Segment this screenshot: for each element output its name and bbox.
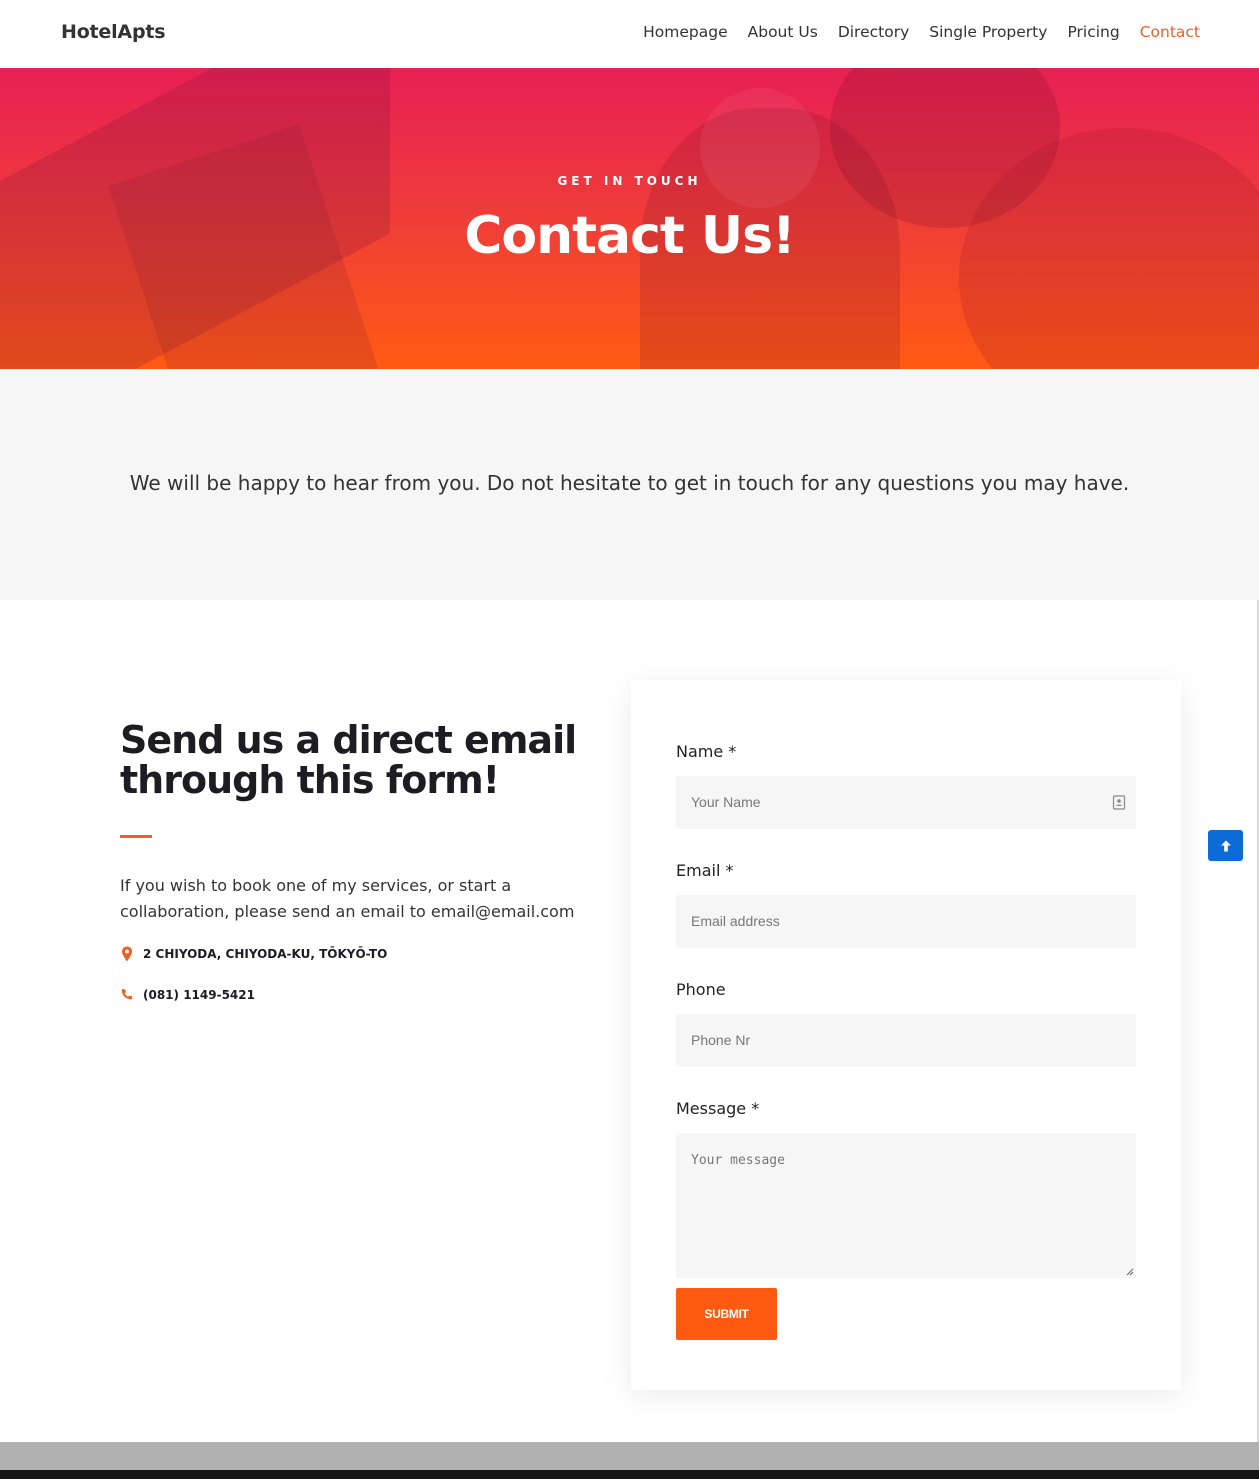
contact-card-icon bbox=[1112, 795, 1126, 810]
nav-pricing[interactable]: Pricing bbox=[1067, 23, 1119, 41]
site-logo[interactable]: HotelApts bbox=[61, 21, 166, 43]
email-field[interactable]: Email address bbox=[676, 895, 1136, 948]
page-title: Contact Us! bbox=[464, 206, 796, 266]
map-pin-icon bbox=[122, 946, 132, 962]
message-field[interactable]: Your message bbox=[676, 1133, 1136, 1278]
address-row: 2 CHIYODA, CHIYODA-KU, TŌKYŌ-TO bbox=[120, 946, 387, 962]
site-header: HotelApts Homepage About Us Directory Si… bbox=[0, 0, 1259, 68]
hero-bg-shape bbox=[700, 88, 820, 208]
footer-top-band bbox=[0, 1442, 1259, 1470]
phone-row: (081) 1149-5421 bbox=[120, 987, 255, 1003]
footer bbox=[0, 1470, 1259, 1479]
email-label: Email * bbox=[676, 861, 734, 880]
address-text: 2 CHIYODA, CHIYODA-KU, TŌKYŌ-TO bbox=[143, 947, 388, 961]
hero-banner: GET IN TOUCH Contact Us! bbox=[0, 68, 1259, 369]
phone-label: Phone bbox=[676, 980, 726, 999]
phone-field[interactable]: Phone Nr bbox=[676, 1014, 1136, 1067]
form-section-text: If you wish to book one of my services, … bbox=[120, 876, 575, 921]
nav-contact[interactable]: Contact bbox=[1140, 23, 1200, 41]
hero-eyebrow: GET IN TOUCH bbox=[557, 174, 702, 188]
name-field[interactable]: Your Name bbox=[676, 776, 1136, 829]
arrow-up-icon bbox=[1220, 840, 1231, 851]
resize-handle-icon[interactable] bbox=[1124, 1266, 1134, 1276]
message-label: Message * bbox=[676, 1099, 760, 1118]
nav-single-property[interactable]: Single Property bbox=[929, 23, 1047, 41]
scroll-top-button[interactable] bbox=[1208, 830, 1243, 861]
phone-text[interactable]: (081) 1149-5421 bbox=[143, 988, 255, 1002]
name-placeholder: Your Name bbox=[691, 794, 761, 810]
phone-icon bbox=[121, 989, 133, 1000]
message-placeholder: Your message bbox=[691, 1153, 785, 1168]
name-label: Name * bbox=[676, 742, 737, 761]
form-section-title: Send us a direct email through this form… bbox=[120, 718, 577, 802]
main-nav: Homepage About Us Directory Single Prope… bbox=[643, 23, 1200, 41]
submit-button[interactable]: SUBMIT bbox=[676, 1288, 777, 1340]
nav-about-us[interactable]: About Us bbox=[748, 23, 818, 41]
accent-divider bbox=[120, 835, 152, 838]
intro-text: We will be happy to hear from you. Do no… bbox=[129, 471, 1130, 495]
phone-placeholder: Phone Nr bbox=[691, 1032, 751, 1048]
email-placeholder: Email address bbox=[691, 913, 780, 929]
intro-section: We will be happy to hear from you. Do no… bbox=[0, 369, 1259, 600]
nav-homepage[interactable]: Homepage bbox=[643, 23, 728, 41]
nav-directory[interactable]: Directory bbox=[838, 23, 909, 41]
contact-form: Name * Your Name Email * Email address P… bbox=[631, 680, 1181, 1390]
